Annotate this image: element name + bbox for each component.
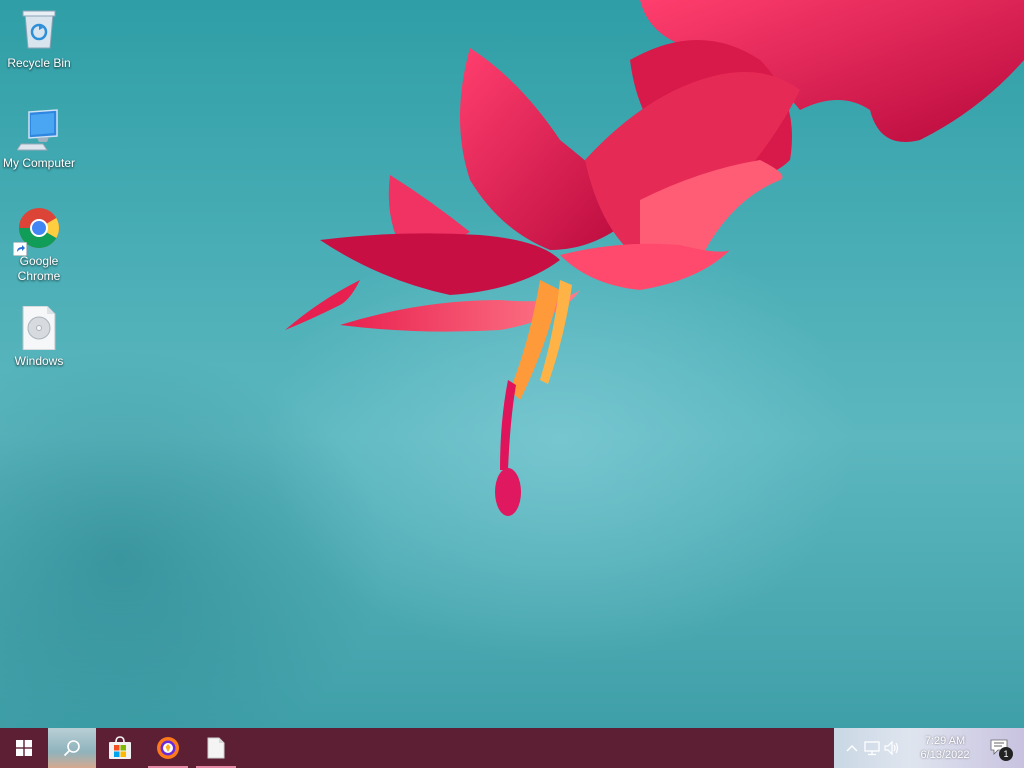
desktop-icon-google-chrome[interactable]: Google Chrome [0, 206, 78, 284]
desktop-icon-recycle-bin[interactable]: Recycle Bin [0, 8, 78, 71]
volume-icon[interactable] [882, 738, 902, 758]
system-tray: 7:29 AM 6/13/2022 1 [834, 728, 1024, 768]
desktop-icon-label: My Computer [2, 156, 76, 170]
start-button[interactable] [0, 728, 48, 768]
search-icon [63, 740, 80, 757]
recycle-bin-icon [17, 8, 61, 52]
file-button[interactable] [192, 728, 240, 768]
search-button[interactable] [48, 728, 96, 768]
clock-time: 7:29 AM [924, 735, 966, 747]
computer-icon [16, 108, 61, 152]
disc-image-file-icon [17, 305, 61, 351]
browser-app-button[interactable] [144, 728, 192, 768]
chevron-up-icon[interactable] [842, 738, 862, 758]
clock[interactable]: 7:29 AM 6/13/2022 [902, 734, 988, 762]
store-icon [109, 736, 131, 759]
desktop-icon-label: Windows [14, 354, 64, 368]
file-icon [207, 737, 225, 759]
desktop-icon-label: Recycle Bin [7, 56, 71, 70]
desktop[interactable]: Recycle Bin My Computer Google Chrome Wi… [0, 0, 1024, 728]
taskbar: 7:29 AM 6/13/2022 1 [0, 728, 1024, 768]
desktop-icon-my-computer[interactable]: My Computer [0, 108, 78, 171]
desktop-icon-label: Google Chrome [17, 254, 61, 283]
notification-count-badge: 1 [999, 747, 1013, 761]
shortcut-arrow-icon [13, 242, 27, 256]
wallpaper-flower-image [285, 0, 1024, 516]
desktop-icon-windows[interactable]: Windows [0, 305, 78, 369]
chrome-icon [13, 206, 61, 256]
browser-app-icon [157, 737, 179, 759]
clock-date: 6/13/2022 [920, 749, 970, 761]
network-icon[interactable] [862, 738, 882, 758]
windows-logo-icon [16, 740, 32, 756]
microsoft-store-button[interactable] [96, 728, 144, 768]
action-center-button[interactable]: 1 [988, 736, 1013, 761]
